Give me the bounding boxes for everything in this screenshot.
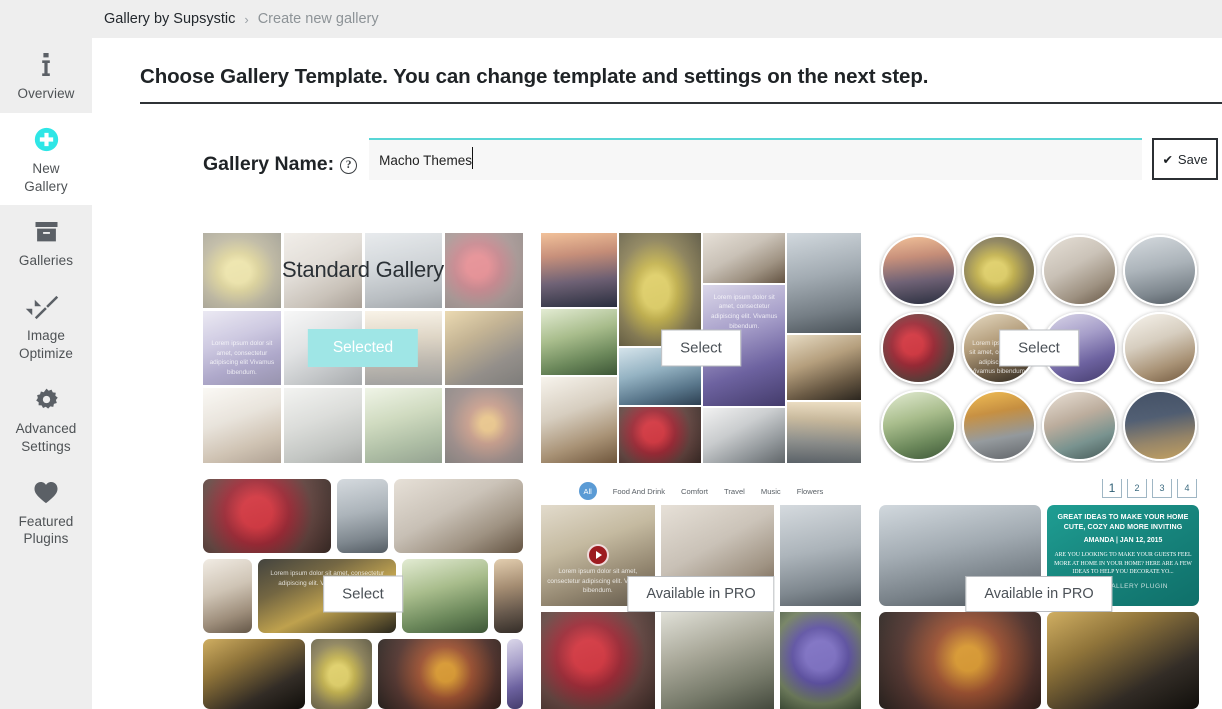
breadcrumb-current: Create new gallery xyxy=(257,11,379,27)
breadcrumb-root[interactable]: Gallery by Supsystic xyxy=(104,11,235,27)
page-title: Choose Gallery Template. You can change … xyxy=(140,65,1222,104)
save-button-label: Save xyxy=(1177,151,1208,167)
play-icon xyxy=(586,544,609,567)
promo-byline: AMANDA | JAN 12, 2015 xyxy=(1083,537,1163,545)
template-action-standard[interactable]: Selected xyxy=(307,329,419,367)
sidebar-item-overview[interactable]: Overview xyxy=(0,38,92,113)
pagination-page-4[interactable]: 4 xyxy=(1177,479,1197,498)
template-action-circles[interactable]: Select xyxy=(999,329,1079,367)
sidebar-item-galleries-label: Galleries xyxy=(18,253,74,269)
plus-circle-icon xyxy=(34,125,59,155)
template-filter-tabs: All Food And Drink Comfort Travel Music … xyxy=(541,479,861,503)
template-grid: Lorem ipsum dolor sit amet, consectetur … xyxy=(203,233,1222,709)
template-card-mosaic-gallery[interactable]: Lorem ipsum dolor sit amet, consectetur … xyxy=(541,233,861,463)
sidebar-item-advanced-settings-label-l2: Settings xyxy=(21,438,71,454)
filter-tab-flowers[interactable]: Flowers xyxy=(797,487,824,496)
gallery-name-field-wrap xyxy=(369,138,1142,180)
pagination-page-2[interactable]: 2 xyxy=(1127,479,1147,498)
top-bar: Gallery by Supsystic › Create new galler… xyxy=(0,0,1222,38)
sidebar-item-image-optimize[interactable]: Image Optimize xyxy=(0,280,92,373)
sidebar: Overview New Gallery Galleries Image Opt… xyxy=(0,38,92,709)
heart-icon xyxy=(33,478,59,508)
main-content: Choose Gallery Template. You can change … xyxy=(92,38,1222,709)
sidebar-item-overview-label: Overview xyxy=(17,86,75,101)
filter-tab-comfort[interactable]: Comfort xyxy=(681,487,708,496)
check-icon: ✔ xyxy=(1162,152,1173,167)
sidebar-item-galleries[interactable]: Galleries xyxy=(0,205,92,280)
template-card-filter-gallery-pro[interactable]: All Food And Drink Comfort Travel Music … xyxy=(541,479,861,709)
sidebar-item-image-optimize-label-l2: Optimize xyxy=(18,346,74,362)
filter-tab-music[interactable]: Music xyxy=(761,487,781,496)
template-card-paged-gallery-pro[interactable]: 1 2 3 4 GREAT IDEAS TO MAKE YOUR HOME CU… xyxy=(879,479,1199,709)
template-card-standard-gallery[interactable]: Lorem ipsum dolor sit amet, consectetur … xyxy=(203,233,523,463)
filter-tab-travel[interactable]: Travel xyxy=(724,487,745,496)
pagination: 1 2 3 4 xyxy=(1102,479,1197,498)
template-title-standard: Standard Gallery xyxy=(282,257,444,282)
gallery-name-label: Gallery Name:? xyxy=(203,138,358,176)
sidebar-item-new-gallery[interactable]: New Gallery xyxy=(0,112,92,206)
pagination-page-1[interactable]: 1 xyxy=(1102,479,1122,498)
sidebar-item-new-gallery-label-l1: New xyxy=(32,160,60,176)
gallery-name-label-text: Gallery Name: xyxy=(203,153,335,175)
template-action-mosaic[interactable]: Select xyxy=(661,329,741,367)
save-button[interactable]: ✔ Save xyxy=(1152,138,1218,180)
compress-arrows-icon xyxy=(25,292,59,322)
gallery-name-input[interactable] xyxy=(369,138,1142,180)
gallery-name-row: Gallery Name:? ✔ Save xyxy=(203,138,1218,180)
sidebar-item-featured-plugins-label-l2: Plugins xyxy=(23,531,69,547)
sidebar-item-advanced-settings-label-l1: Advanced xyxy=(15,420,77,436)
filter-tab-food-and-drink[interactable]: Food And Drink xyxy=(613,487,665,496)
template-card-circle-gallery[interactable]: Lorem ipsum dolor sit amet, consectetur … xyxy=(879,233,1199,463)
breadcrumb-separator-icon: › xyxy=(244,11,249,27)
promo-body: ARE YOU LOOKING TO MAKE YOUR GUESTS FEEL… xyxy=(1054,552,1192,575)
template-action-justified[interactable]: Select xyxy=(323,575,403,613)
sidebar-item-featured-plugins-label-l1: Featured xyxy=(18,513,74,529)
sidebar-item-advanced-settings[interactable]: Advanced Settings xyxy=(0,373,92,466)
filter-tab-all[interactable]: All xyxy=(578,482,597,500)
breadcrumb: Gallery by Supsystic › Create new galler… xyxy=(104,11,379,27)
archive-box-icon xyxy=(34,217,59,247)
sidebar-item-featured-plugins[interactable]: Featured Plugins xyxy=(0,466,92,559)
sidebar-item-image-optimize-label-l1: Image xyxy=(26,328,66,344)
template-action-paged-pro[interactable]: Available in PRO xyxy=(965,576,1113,612)
photo-caption: Lorem ipsum dolor sit amet, consectetur … xyxy=(711,293,778,330)
gear-icon xyxy=(34,385,59,415)
sidebar-item-new-gallery-label-l2: Gallery xyxy=(24,178,68,194)
help-icon[interactable]: ? xyxy=(340,156,358,174)
template-card-justified-gallery[interactable]: Lorem ipsum dolor sit amet, consectetur … xyxy=(203,479,523,709)
pagination-page-3[interactable]: 3 xyxy=(1152,479,1172,498)
text-caret xyxy=(472,147,474,169)
promo-headline: GREAT IDEAS TO MAKE YOUR HOME CUTE, COZY… xyxy=(1057,513,1189,531)
template-action-filter-pro[interactable]: Available in PRO xyxy=(627,576,775,612)
info-icon xyxy=(40,50,52,80)
